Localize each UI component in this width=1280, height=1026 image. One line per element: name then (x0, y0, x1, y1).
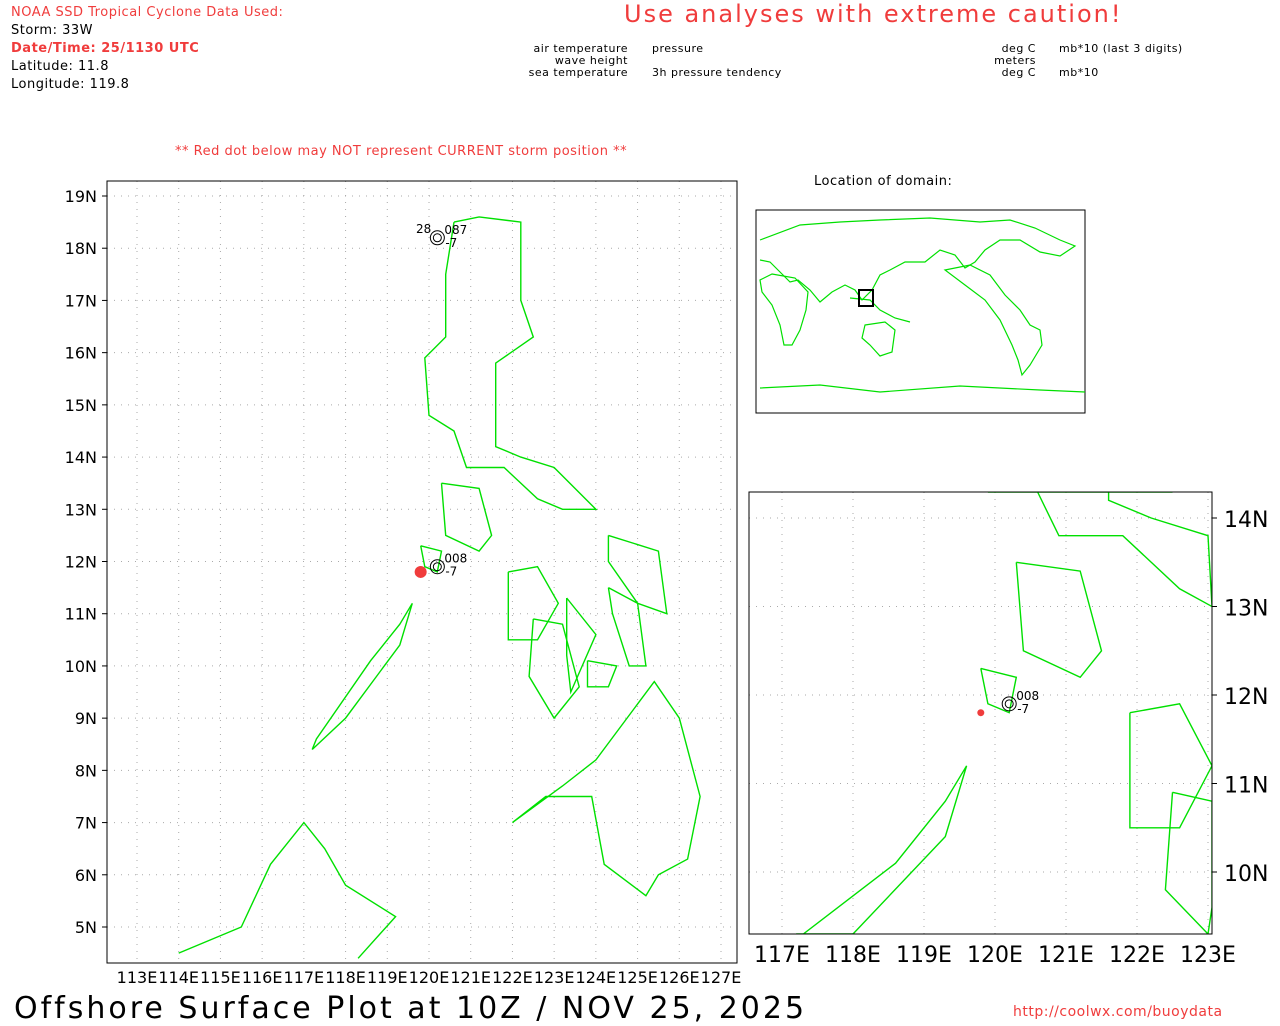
main-map: 28 087-7008-7113E 114E 115E 116E 117E 118E 119E… (65, 180, 742, 987)
lon-tick-label: 115E (200, 968, 241, 987)
lat-tick-label: 7N (75, 814, 97, 833)
lon-tick-label: 120E (409, 968, 450, 987)
coastline (796, 765, 968, 934)
lat-tick-label: 6N (75, 866, 97, 885)
coastline (1164, 791, 1212, 934)
station-pressure: 008 (1016, 689, 1039, 703)
lon-tick-label: 117E (754, 943, 810, 968)
coastline (178, 821, 397, 959)
lon-tick-label: 122E (1109, 943, 1165, 968)
station-circle-inner (1004, 699, 1014, 709)
coastline (566, 597, 597, 695)
coastline (980, 667, 1018, 714)
lon-tick-label: 114E (158, 968, 199, 987)
lat-tick-label: 11N (65, 605, 97, 624)
lon-tick-label: 118E (325, 968, 366, 987)
lat-tick-label: 5N (75, 918, 97, 937)
station-air-temp: 28 (416, 222, 431, 236)
lon-tick-label: 117E (284, 968, 325, 987)
inset-map: 008-7 117E 118E 119E 120E 121E 122E 123E 14N 13N 1… (748, 491, 1268, 968)
coastline (987, 492, 1212, 608)
lon-tick-label: 121E (450, 968, 491, 987)
lon-tick-label: 120E (967, 943, 1023, 968)
storm-position-dot (414, 565, 427, 578)
coastline (440, 482, 493, 552)
station-pressure: 008 (444, 552, 467, 566)
lon-tick-label: 119E (896, 943, 952, 968)
lat-tick-label: 12N (65, 553, 97, 572)
lat-tick-label: 8N (75, 761, 97, 780)
lon-tick-label: 123E (1180, 943, 1236, 968)
map-canvas: 28 087-7008-7113E 114E 115E 116E 117E 118E 119E… (65, 180, 1268, 987)
station-circle-inner (432, 233, 442, 243)
lat-tick-label: 13N (1224, 597, 1268, 622)
world-locator-map (755, 209, 1086, 414)
lon-tick-label: 123E (534, 968, 575, 987)
lon-tick-label: 121E (1038, 943, 1094, 968)
coastline (424, 216, 598, 510)
storm-position-dot (977, 709, 985, 717)
lat-tick-label: 9N (75, 709, 97, 728)
lat-tick-label: 16N (65, 344, 97, 363)
coastline (528, 618, 580, 720)
station-circle (1001, 696, 1017, 712)
lon-tick-label: 124E (576, 968, 617, 987)
lon-tick-label: 116E (242, 968, 283, 987)
coastline (507, 565, 560, 641)
coastline (586, 660, 618, 688)
lon-tick-label: 122E (492, 968, 533, 987)
lat-tick-label: 12N (1224, 685, 1268, 710)
lon-tick-label: 119E (367, 968, 408, 987)
lat-tick-label: 17N (65, 291, 97, 310)
lon-tick-label: 125E (617, 968, 658, 987)
station-tendency: -7 (1017, 702, 1029, 716)
map-content: 008-7 (749, 492, 1212, 934)
station-tendency: -7 (445, 565, 457, 579)
lat-tick-label: 10N (65, 657, 97, 676)
lat-tick-label: 15N (65, 396, 97, 415)
coastline (511, 680, 701, 897)
lat-tick-label: 14N (65, 448, 97, 467)
station-circle (429, 230, 445, 246)
lat-tick-label: 18N (65, 239, 97, 258)
lon-tick-label: 126E (659, 968, 700, 987)
lon-tick-label: 127E (701, 968, 742, 987)
lat-tick-label: 11N (1224, 774, 1268, 799)
map-content: 28 087-7008-7 (107, 181, 737, 963)
lat-tick-label: 19N (65, 187, 97, 206)
coastline (607, 586, 647, 667)
world-coastlines (759, 217, 1086, 393)
lat-tick-label: 13N (65, 500, 97, 519)
lat-tick-label: 10N (1224, 862, 1268, 887)
coastline (1015, 561, 1103, 679)
coastline (311, 602, 413, 751)
lon-tick-label: 118E (825, 943, 881, 968)
station-tendency: -7 (445, 236, 457, 250)
station-pressure: 087 (444, 223, 467, 237)
lon-tick-label: 113E (117, 968, 158, 987)
lat-tick-label: 14N (1224, 508, 1268, 533)
